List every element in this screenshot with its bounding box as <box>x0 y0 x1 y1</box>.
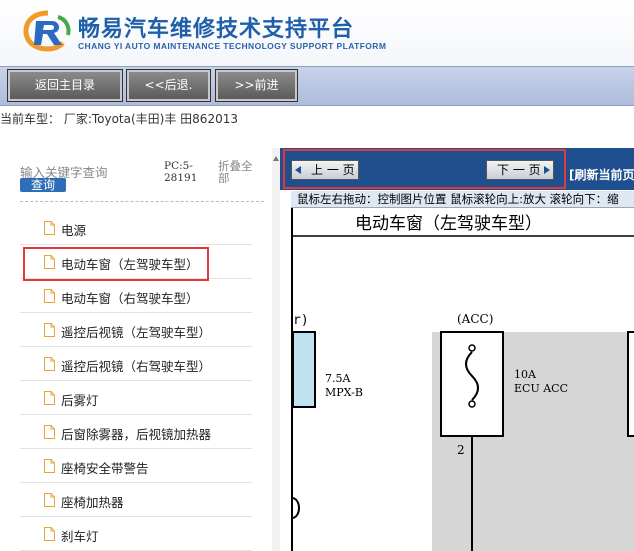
fuse-box-edge <box>627 331 634 437</box>
list-item[interactable]: 后雾灯 <box>20 381 252 415</box>
fuse-terminal-bottom <box>468 400 476 408</box>
fuse-box-left <box>293 331 316 408</box>
list-item-label: 后雾灯 <box>61 393 99 408</box>
document-icon <box>44 221 55 235</box>
divider <box>20 201 264 202</box>
pager-highlight <box>283 149 566 189</box>
list-item-label: 电动车窗（右驾驶车型） <box>61 291 199 306</box>
list-item[interactable]: 后窗除雾器，后视镜加热器 <box>20 415 252 449</box>
document-icon <box>44 425 55 439</box>
current-vehicle: 当前车型： 厂家:Toyota(丰田)丰 田862013 <box>0 112 238 126</box>
search-button[interactable]: 查询 <box>20 178 66 192</box>
list-item[interactable]: 座椅加热器 <box>20 483 252 517</box>
list-item[interactable]: 电动车窗（右驾驶车型） <box>20 279 252 313</box>
list-item-label: 后窗除雾器，后视镜加热器 <box>61 427 212 442</box>
list-item[interactable]: 座椅安全带警告 <box>20 449 252 483</box>
collapse-arrow-icon[interactable] <box>273 156 279 161</box>
wiring-diagram[interactable]: 电动车窗（左驾驶车型） r) 7.5A MPX-B (ACC) 2 10A EC… <box>291 208 634 551</box>
document-icon <box>44 289 55 303</box>
home-button[interactable]: 返回主目录 <box>8 70 122 101</box>
refresh-link[interactable]: [刷新当前页 <box>569 166 634 183</box>
diagram-title: 电动车窗（左驾驶车型） <box>355 214 542 234</box>
toolbar: 返回主目录 <<后退. >>前进 <box>0 66 634 106</box>
page: 畅易汽车维修技术支持平台 CHANG YI AUTO MAINTENANCE T… <box>0 0 634 551</box>
brand-title: 畅易汽车维修技术支持平台 <box>78 17 355 42</box>
document-icon <box>44 459 55 473</box>
brand-subtitle: CHANG YI AUTO MAINTENANCE TECHNOLOGY SUP… <box>78 41 387 51</box>
document-icon <box>44 493 55 507</box>
logo-icon <box>22 9 74 53</box>
list-item-label: 座椅安全带警告 <box>61 461 149 476</box>
list-item-label: 遥控后视镜（左驾驶车型） <box>61 325 212 340</box>
usage-hint: 鼠标左右拖动：控制图片位置 鼠标滚轮向上:放大 滚轮向下：缩 <box>291 191 634 208</box>
list-item-label: 遥控后视镜（右驾驶车型） <box>61 359 212 374</box>
forward-button[interactable]: >>前进 <box>216 70 297 101</box>
fuse-left-name: MPX-B <box>325 386 363 399</box>
list-item[interactable]: 电源 <box>20 211 252 245</box>
acc-label: (ACC) <box>457 312 493 326</box>
pc-info: PC:5-28191 <box>164 160 198 184</box>
back-button[interactable]: <<后退. <box>127 70 210 101</box>
list-item-label: 刹车灯 <box>61 529 99 544</box>
diagram-viewer: 上 一 页 下 一 页 [刷新当前页 鼠标左右拖动：控制图片位置 鼠标滚轮向上:… <box>280 148 634 551</box>
document-icon <box>44 323 55 337</box>
list-item[interactable]: 刹车灯 <box>20 517 252 551</box>
fuse-right-rating: 10A <box>514 368 537 381</box>
list-item[interactable]: 遥控后视镜（左驾驶车型） <box>20 313 252 347</box>
fuse-terminal-top <box>468 344 476 352</box>
list-item[interactable]: 遥控后视镜（右驾驶车型） <box>20 347 252 381</box>
pin-label: 2 <box>457 443 465 457</box>
list-item-label: 电源 <box>61 223 87 238</box>
sidebar: 输入关键字查询 查询 PC:5-28191 折叠全部 电源 电动车窗（左驾驶车型… <box>0 148 272 551</box>
document-icon <box>44 357 55 371</box>
connector-arc <box>293 497 300 519</box>
list-item-label: 座椅加热器 <box>61 495 124 510</box>
left-paren-label: r) <box>293 313 309 328</box>
splitter-handle[interactable] <box>272 148 280 551</box>
header: 畅易汽车维修技术支持平台 CHANG YI AUTO MAINTENANCE T… <box>0 0 634 66</box>
selected-item-highlight <box>23 247 209 281</box>
document-icon <box>44 391 55 405</box>
collapse-all-button[interactable]: 折叠全部 <box>218 160 262 184</box>
fuse-right-name: ECU ACC <box>514 382 568 395</box>
fuse-left-rating: 7.5A <box>325 372 351 385</box>
document-icon <box>44 527 55 541</box>
